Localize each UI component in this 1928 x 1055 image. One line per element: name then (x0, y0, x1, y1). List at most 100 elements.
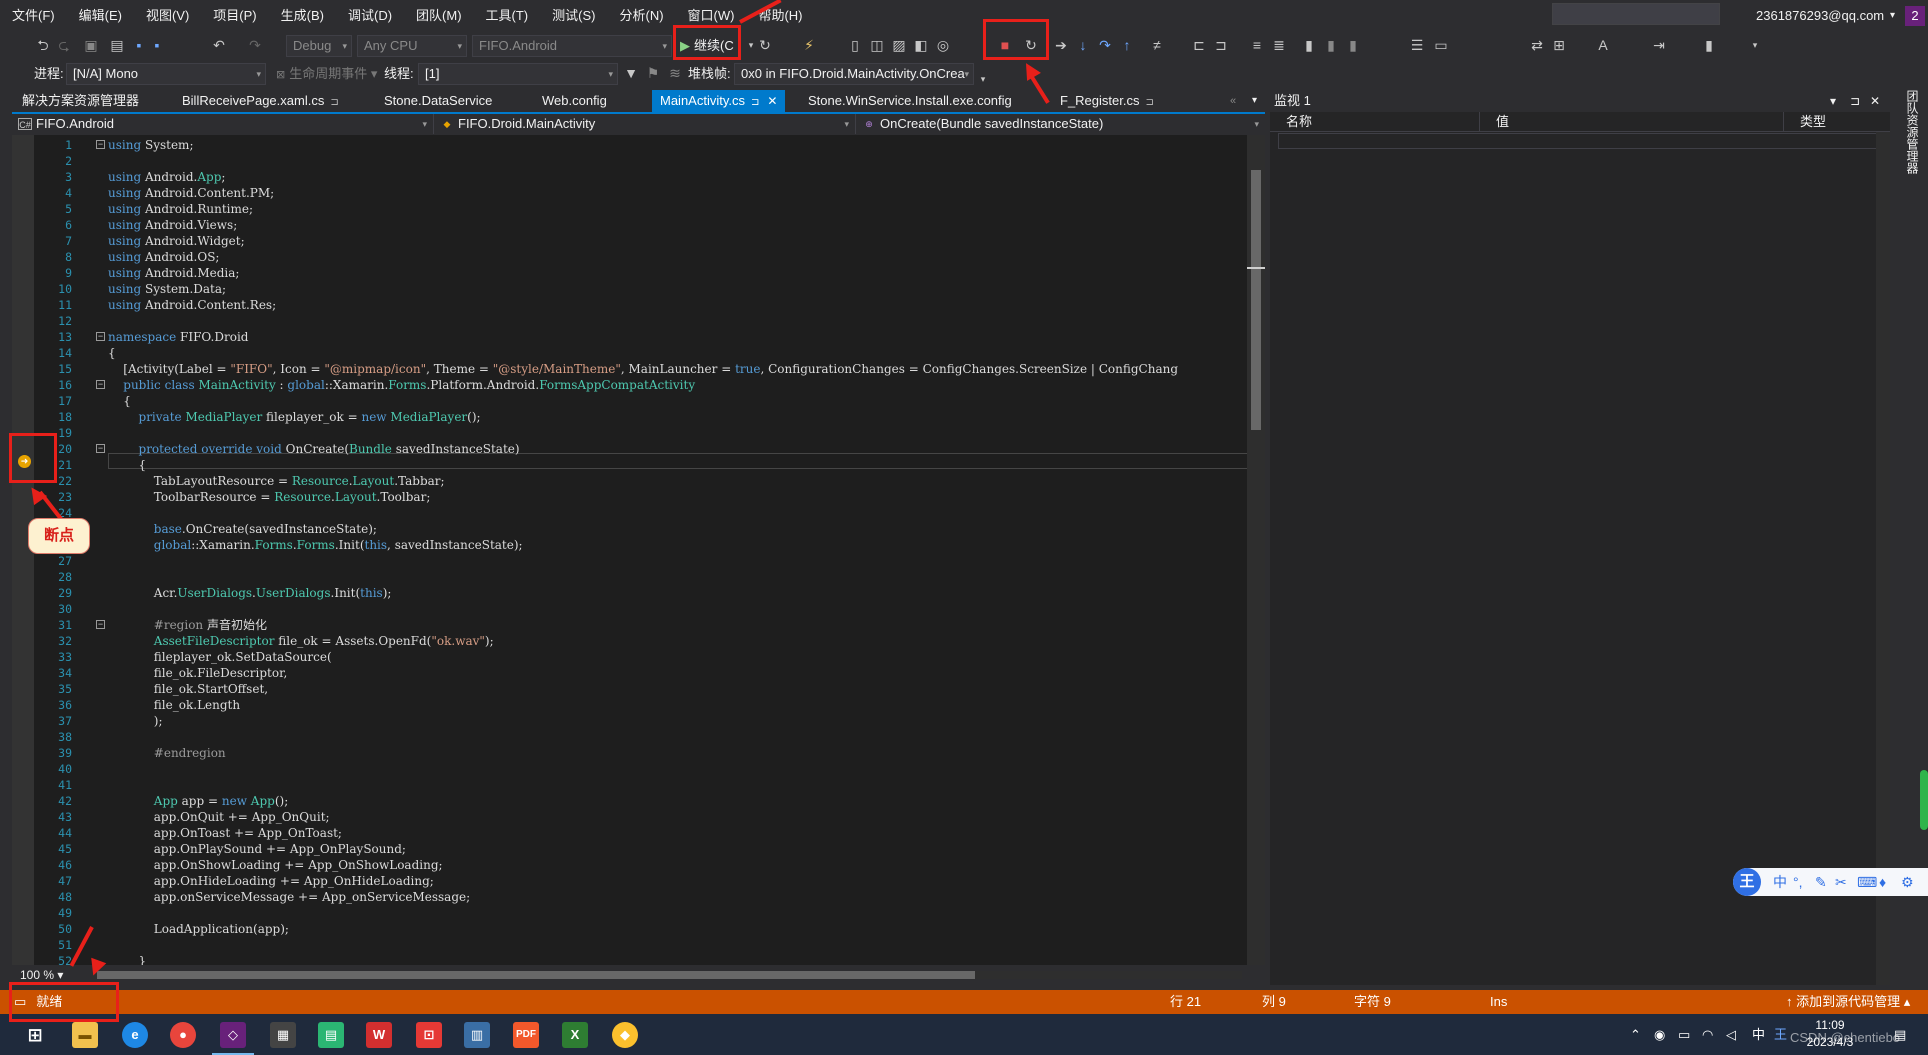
quick-launch-input[interactable] (1552, 3, 1720, 25)
code-line[interactable]: using Android.Views; (108, 217, 1247, 233)
image-icon[interactable]: ▨ (890, 36, 908, 54)
tray-chevron-icon[interactable]: ⌃ (1630, 1014, 1641, 1055)
bookmark-icon[interactable]: ▮ (1300, 36, 1318, 54)
code-line[interactable]: app.OnPlaySound += App_OnPlaySound; (108, 841, 1247, 857)
code-line[interactable] (108, 505, 1247, 521)
pen-icon[interactable]: ✎ (1815, 872, 1827, 892)
tab-billreceivepage[interactable]: BillReceivePage.xaml.cs ⊐ (174, 90, 347, 112)
code-line[interactable]: namespace FIFO.Droid (108, 329, 1247, 345)
code-line[interactable] (108, 153, 1247, 169)
code-line[interactable]: #region 声音初始化 (108, 617, 1247, 633)
tab-mainactivity[interactable]: MainActivity.cs ⊐ ✕ (652, 90, 786, 112)
wps-icon[interactable]: W (366, 1022, 392, 1048)
watch-entry-row[interactable] (1278, 133, 1882, 149)
browser-tray-icon[interactable]: ◉ (1654, 1014, 1665, 1055)
code-line[interactable]: public class MainActivity : global::Xama… (108, 377, 1247, 393)
text-app-icon[interactable]: ▥ (464, 1022, 490, 1048)
step-out-icon[interactable]: ↑ (1118, 36, 1136, 54)
code-line[interactable]: protected override void OnCreate(Bundle … (108, 441, 1247, 457)
menu-item[interactable]: 分析(N) (607, 0, 675, 32)
code-editor[interactable]: ➜ 1 2 3 4 5 6 7 8 9 10 11 12 13 14 15 16 17 18 19 20 21 22 23 2… (12, 135, 1247, 965)
code-line[interactable]: App app = new App(); (108, 793, 1247, 809)
pin-icon[interactable]: ⊐ (1850, 90, 1860, 112)
code-line[interactable]: { (108, 393, 1247, 409)
code-line[interactable]: using Android.Content.Res; (108, 297, 1247, 313)
new-project-icon[interactable]: ▣ (82, 36, 100, 54)
chinese-mode-indicator[interactable]: 中 (1773, 872, 1787, 892)
code-line[interactable] (108, 761, 1247, 777)
code-line[interactable]: AssetFileDescriptor file_ok = Assets.Ope… (108, 633, 1247, 649)
tab-winservice-config[interactable]: Stone.WinService.Install.exe.config (800, 90, 1020, 112)
code-line[interactable]: LoadApplication(app); (108, 921, 1247, 937)
target-icon[interactable]: ◎ (934, 36, 952, 54)
sync-icon[interactable]: ⇄ (1528, 36, 1546, 54)
notes-icon[interactable]: ▤ (318, 1022, 344, 1048)
document-icon[interactable]: ▭ (1432, 36, 1450, 54)
collapse-icon[interactable]: − (96, 140, 105, 149)
excel-icon[interactable]: X (562, 1022, 588, 1048)
file-explorer-icon[interactable]: ▬ (72, 1022, 98, 1048)
filter-icon[interactable]: ▼ (622, 64, 640, 82)
code-line[interactable]: app.OnShowLoading += App_OnShowLoading; (108, 857, 1247, 873)
gear-icon[interactable]: ⚙ (1901, 872, 1914, 892)
chevron-down-icon[interactable]: ▾ (1830, 90, 1836, 112)
prev-bookmark-icon[interactable]: ▮ (1322, 36, 1340, 54)
code-line[interactable]: #endregion (108, 745, 1247, 761)
code-line[interactable] (108, 777, 1247, 793)
colorful-app-icon[interactable]: ◆ (612, 1022, 638, 1048)
member-nav-select[interactable]: ⊕ OnCreate(Bundle savedInstanceState) ▾ (858, 114, 1265, 134)
class-nav-select[interactable]: ◆ FIFO.Droid.MainActivity ▾ (436, 114, 856, 134)
code-map-icon[interactable]: ⊞ (1550, 36, 1568, 54)
code-line[interactable]: Acr.UserDialogs.UserDialogs.Init(this); (108, 585, 1247, 601)
next-bookmark-icon[interactable]: ▮ (1344, 36, 1362, 54)
toolbar-overflow-icon[interactable]: ▾ (974, 70, 992, 88)
collapse-icon[interactable]: − (96, 620, 105, 629)
code-line[interactable]: app.OnToast += App_OnToast; (108, 825, 1247, 841)
bookmark-toggle-icon[interactable]: ▮ (1700, 36, 1718, 54)
code-line[interactable]: file_ok.FileDescriptor, (108, 665, 1247, 681)
code-line[interactable] (108, 553, 1247, 569)
stack-frame-select[interactable]: 0x0 in FIFO.Droid.MainActivity.OnCrea ▾ (734, 63, 974, 85)
add-to-source-control-button[interactable]: ↑ 添加到源代码管理 ▴ (1786, 990, 1910, 1014)
code-line[interactable]: using Android.Content.PM; (108, 185, 1247, 201)
platform-select[interactable]: Any CPU ▾ (357, 35, 467, 57)
skin-icon[interactable]: ♦ (1879, 872, 1886, 892)
pdf-icon[interactable]: PDF (513, 1022, 539, 1048)
uncomment-icon[interactable]: ≣ (1270, 36, 1288, 54)
code-line[interactable]: { (108, 457, 1247, 473)
redo-icon[interactable]: ↷ (246, 36, 264, 54)
printer-icon[interactable]: ▭ (1678, 1014, 1690, 1055)
menu-item[interactable]: 调试(D) (336, 0, 404, 32)
editor-vertical-scrollbar[interactable] (1247, 135, 1265, 965)
tab-f-register[interactable]: F_Register.cs ⊐ (1052, 90, 1162, 112)
collapse-icon[interactable]: − (96, 444, 105, 453)
code-line[interactable]: fileplayer_ok.SetDataSource( (108, 649, 1247, 665)
tab-list-dropdown-icon[interactable]: ▾ (1244, 90, 1265, 112)
layout-icon[interactable]: ◧ (912, 36, 930, 54)
back-icon[interactable]: ⮌ (34, 36, 52, 54)
code-line[interactable] (108, 601, 1247, 617)
pin-icon[interactable]: ⊐ (751, 97, 759, 108)
tab-web-config[interactable]: Web.config (534, 90, 615, 112)
account-name[interactable]: 2361876293@qq.com (1756, 0, 1884, 32)
indent-icon[interactable]: ⇥ (1650, 36, 1668, 54)
toolbox-icon[interactable]: ⊏ (1190, 36, 1208, 54)
watch-scrollbar[interactable] (1876, 132, 1890, 985)
code-line[interactable]: app.OnHideLoading += App_OnHideLoading; (108, 873, 1247, 889)
pin-icon[interactable]: ⊐ (330, 97, 338, 108)
config-select[interactable]: Debug ▾ (286, 35, 352, 57)
device-icon[interactable]: ▯ (846, 36, 864, 54)
menu-item[interactable]: 生成(B) (269, 0, 336, 32)
chrome-icon[interactable]: ● (170, 1022, 196, 1048)
windows-start-icon[interactable]: ⊞ (22, 1022, 48, 1048)
spell-check-icon[interactable]: A (1594, 36, 1612, 54)
app-icon[interactable]: ▦ (270, 1022, 296, 1048)
code-line[interactable]: using Android.Media; (108, 265, 1247, 281)
code-line[interactable]: global::Xamarin.Forms.Forms.Init(this, s… (108, 537, 1247, 553)
code-line[interactable] (108, 569, 1247, 585)
code-line[interactable]: ); (108, 713, 1247, 729)
code-line[interactable]: using System.Data; (108, 281, 1247, 297)
code-line[interactable]: using Android.App; (108, 169, 1247, 185)
menu-item[interactable]: 项目(P) (201, 0, 268, 32)
collapse-icon[interactable]: − (96, 380, 105, 389)
